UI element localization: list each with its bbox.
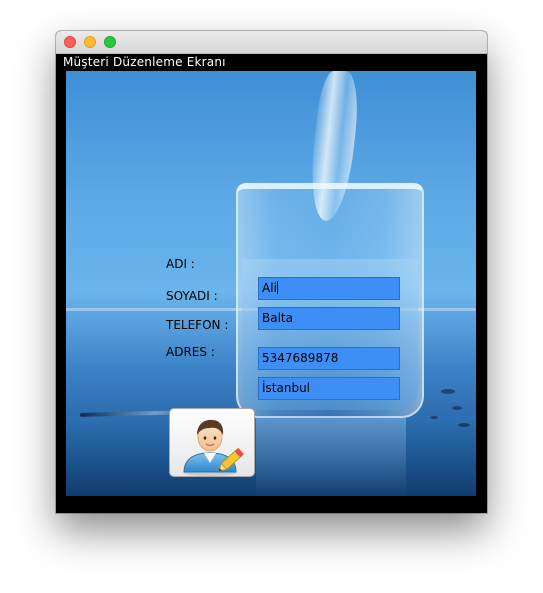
phone-label: TELEFON : (166, 318, 229, 332)
surname-field[interactable]: Balta (258, 307, 400, 330)
background-drop (452, 406, 462, 410)
phone-field[interactable]: 5347689878 (258, 347, 400, 370)
address-label: ADRES : (166, 345, 215, 359)
customer-edit-window: Müşteri Düzenleme Ekranı ADI : SOYADI : … (56, 31, 487, 513)
form-panel: ADI : SOYADI : TELEFON : ADRES : Ali Bal… (66, 71, 476, 496)
background-drop (458, 423, 470, 427)
user-edit-icon (183, 419, 244, 476)
name-label: ADI : (166, 257, 195, 271)
surname-label: SOYADI : (166, 289, 218, 303)
maximize-window-button[interactable] (104, 36, 116, 48)
background-drop (430, 416, 438, 419)
background-drop (441, 389, 455, 394)
background-glass-reflection (256, 418, 406, 496)
name-field[interactable]: Ali (258, 277, 400, 300)
frame-title: Müşteri Düzenleme Ekranı (63, 55, 226, 69)
edit-customer-button[interactable] (169, 408, 255, 477)
address-field[interactable]: İstanbul (258, 377, 400, 400)
title-bar[interactable] (56, 31, 487, 54)
name-field-value: Ali (262, 281, 277, 295)
text-caret (276, 281, 278, 294)
close-window-button[interactable] (64, 36, 76, 48)
minimize-window-button[interactable] (84, 36, 96, 48)
